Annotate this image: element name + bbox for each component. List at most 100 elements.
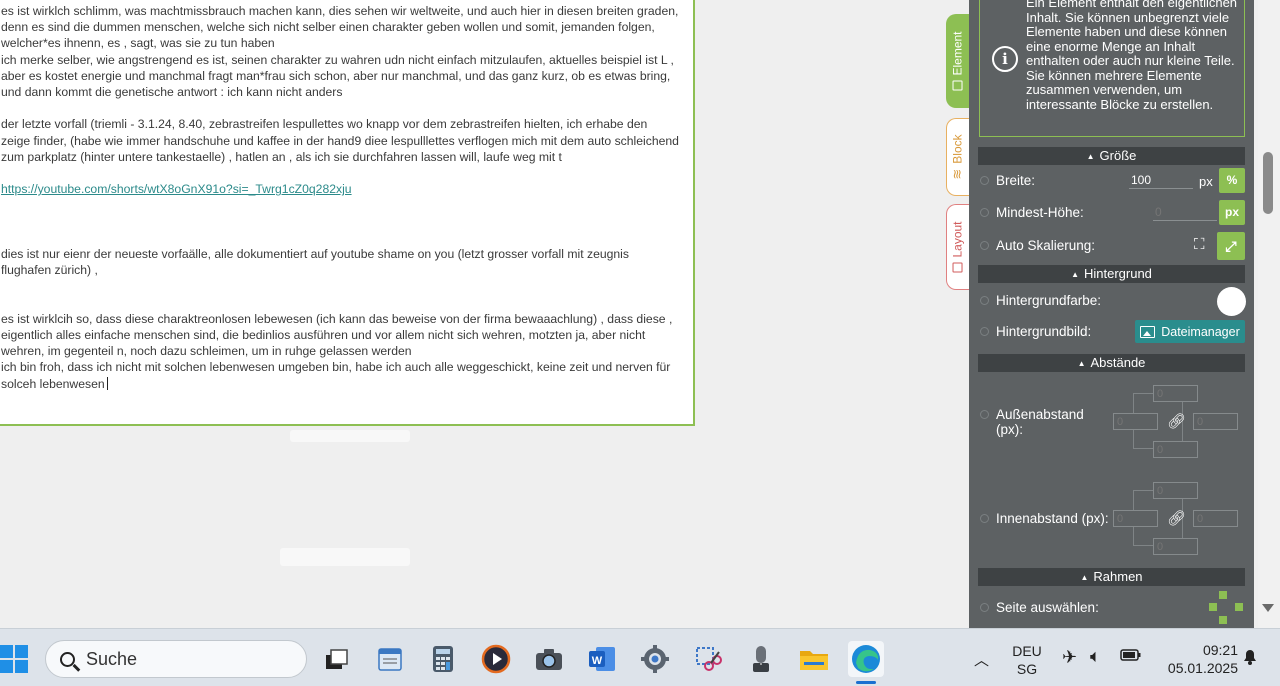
scrollbar-thumb[interactable] (1263, 152, 1273, 214)
help-dot-icon[interactable] (980, 327, 989, 336)
help-dot-icon[interactable] (980, 241, 989, 250)
width-input[interactable] (1129, 171, 1193, 189)
bg-image-label: Hintergrundbild: (996, 324, 1092, 339)
padding-top-input[interactable] (1153, 482, 1198, 499)
help-dot-icon[interactable] (980, 410, 989, 419)
width-unit-percent-button[interactable]: % (1219, 168, 1245, 193)
padding-label: Innenabstand (px): (996, 511, 1109, 526)
calculator-icon[interactable] (425, 641, 461, 677)
text-line[interactable]: dies ist nur eienr der neueste vorfaälle… (1, 246, 689, 262)
scroll-down-arrow-icon[interactable] (1262, 604, 1274, 612)
text-line[interactable]: und dann kommt die genetische antwort : … (1, 84, 689, 100)
chevron-up-icon[interactable]: ︿ (974, 649, 989, 670)
border-side-top[interactable] (1219, 591, 1227, 599)
margin-bottom-input[interactable] (1153, 441, 1198, 458)
word-icon[interactable]: W (584, 641, 620, 677)
editor-area: es ist wirklch schlimm, was machtmissbra… (0, 0, 946, 628)
faded-placeholder (290, 430, 410, 442)
tab-layout-label: Layout (951, 221, 965, 258)
min-height-label: Mindest-Höhe: (996, 205, 1084, 220)
text-line[interactable]: zeige finder, (habe wie immer handschuhe… (1, 133, 689, 149)
image-icon (1140, 325, 1156, 338)
search-icon (60, 651, 75, 667)
text-line[interactable]: es ist wirklch schlimm, was machtmissbra… (1, 3, 689, 19)
snipping-tool-icon[interactable] (690, 641, 726, 677)
section-border-header[interactable]: ▲ Rahmen (978, 568, 1245, 586)
input-language[interactable]: DEU SG (1010, 642, 1044, 678)
notepad-icon[interactable] (372, 641, 408, 677)
section-background-header[interactable]: ▲ Hintergrund (978, 265, 1245, 283)
tab-block[interactable]: ≋ Block (946, 118, 969, 196)
help-dot-icon[interactable] (980, 514, 989, 523)
camera-icon[interactable] (531, 641, 567, 677)
taskbar: Suche W ︿ DEU SG ✈ 🔈︎ 09:21 05.01.2025 (0, 628, 1280, 686)
text-line[interactable]: denn es sind die dummen menschen, welche… (1, 19, 689, 35)
task-view-icon[interactable] (318, 641, 354, 677)
settings-gear-icon[interactable] (637, 641, 673, 677)
text-line[interactable]: flughafen zürich) , (1, 262, 689, 278)
min-height-input[interactable] (1153, 203, 1217, 221)
border-side-label: Seite auswählen: (996, 600, 1099, 615)
bg-color-label: Hintergrundfarbe: (996, 293, 1102, 308)
edge-browser-icon[interactable] (848, 641, 884, 677)
airplane-mode-icon[interactable]: ✈ (1062, 647, 1077, 668)
text-line[interactable]: eigentlich alles einfache menschen sind,… (1, 327, 689, 343)
text-line[interactable]: ich merke selber, wie angstrengend es is… (1, 52, 689, 68)
info-icon: i (992, 46, 1018, 72)
fullscreen-icon[interactable]: ⛶ (1194, 236, 1205, 253)
youtube-link[interactable]: https://youtube.com/shorts/wtX8oGnX91o?s… (1, 182, 352, 196)
filemanager-button[interactable]: Dateimanager (1135, 320, 1245, 343)
help-dot-icon[interactable] (980, 296, 989, 305)
text-line[interactable]: zum parkplatz (hinter untere tankestaell… (1, 149, 689, 165)
clock[interactable]: 09:21 05.01.2025 (1152, 641, 1238, 677)
help-dot-icon[interactable] (980, 208, 989, 217)
volume-icon[interactable]: 🔈︎ (1090, 646, 1101, 667)
padding-bottom-input[interactable] (1153, 538, 1198, 555)
section-size-header[interactable]: ▲ Größe (978, 147, 1245, 165)
voice-recorder-icon[interactable] (743, 641, 779, 677)
margin-right-input[interactable] (1193, 413, 1238, 430)
taskbar-search[interactable]: Suche (45, 640, 307, 678)
bg-color-swatch[interactable] (1217, 287, 1246, 316)
margin-top-input[interactable] (1153, 385, 1198, 402)
help-dot-icon[interactable] (980, 603, 989, 612)
svg-text:W: W (592, 655, 603, 667)
active-app-indicator (856, 681, 876, 684)
search-label: Suche (86, 648, 138, 669)
clock-date: 05.01.2025 (1167, 660, 1238, 676)
margin-left-input[interactable] (1113, 413, 1158, 430)
text-line[interactable]: der letzte vorfall (triemli - 3.1.24, 8.… (1, 116, 689, 132)
text-line[interactable]: ich bin froh, dass ich nicht mit solchen… (1, 359, 689, 375)
link-icon[interactable]: 🔗︎ (1167, 509, 1186, 527)
text-line[interactable]: welcher*es ihnenn, es , sagt, was sie zu… (1, 35, 689, 51)
page-scrollbar[interactable] (1258, 0, 1280, 628)
tab-element[interactable]: Element (946, 14, 969, 108)
start-button[interactable] (0, 645, 28, 673)
text-line[interactable]: wehren, im gegenteil n, noch dazu schlei… (1, 343, 689, 359)
border-side-left[interactable] (1209, 603, 1217, 611)
layers-icon: ≋ (950, 168, 965, 180)
notification-bell-icon[interactable] (1240, 647, 1260, 672)
info-text: Ein Element enthält den eigentlichen Inh… (1026, 0, 1238, 112)
min-height-unit-px-button[interactable]: px (1219, 200, 1245, 225)
link-icon[interactable]: 🔗︎ (1167, 412, 1186, 430)
text-line[interactable]: solceh lebenwesen (1, 377, 105, 391)
section-spacing-header[interactable]: ▲ Abstände (978, 354, 1245, 372)
text-line[interactable]: aber es kostet energie und manchmal frag… (1, 68, 689, 84)
file-explorer-icon[interactable] (796, 641, 832, 677)
border-side-bottom[interactable] (1219, 616, 1227, 624)
width-label: Breite: (996, 173, 1036, 188)
tab-layout[interactable]: Layout (946, 204, 969, 290)
media-player-icon[interactable] (478, 641, 514, 677)
width-unit-px[interactable]: px (1199, 174, 1213, 189)
battery-icon[interactable] (1120, 647, 1142, 668)
auto-scale-toggle[interactable]: ⤢ (1217, 232, 1245, 260)
text-line[interactable]: es ist wirklcih so, dass diese charaktre… (1, 311, 689, 327)
layout-icon (953, 262, 963, 273)
padding-right-input[interactable] (1193, 510, 1238, 527)
caret-up-icon: ▲ (1086, 152, 1095, 161)
border-side-right[interactable] (1235, 603, 1243, 611)
help-dot-icon[interactable] (980, 176, 989, 185)
text-element-block[interactable]: es ist wirklch schlimm, was machtmissbra… (0, 0, 695, 426)
padding-left-input[interactable] (1113, 510, 1158, 527)
